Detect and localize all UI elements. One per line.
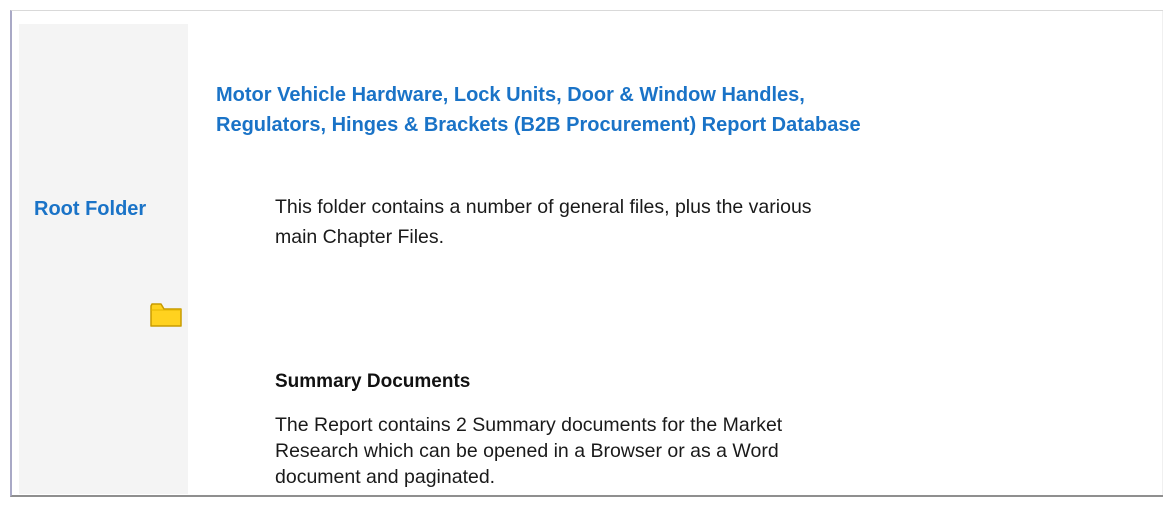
report-title: Motor Vehicle Hardware, Lock Units, Door… xyxy=(216,80,1116,140)
intro-line-2: main Chapter Files. xyxy=(275,226,445,248)
summary-line-1: The Report contains 2 Summary documents … xyxy=(275,414,783,436)
intro-text: This folder contains a number of general… xyxy=(275,192,835,252)
title-line-2: Regulators, Hinges & Brackets (B2B Procu… xyxy=(216,114,861,136)
title-line-1: Motor Vehicle Hardware, Lock Units, Door… xyxy=(216,84,805,106)
intro-line-1: This folder contains a number of general… xyxy=(275,196,812,218)
left-panel: Root Folder xyxy=(19,24,188,494)
summary-line-3: document and paginated. xyxy=(275,466,496,488)
frame-edge xyxy=(1162,11,1163,495)
summary-heading: Summary Documents xyxy=(275,371,471,392)
root-folder-label[interactable]: Root Folder xyxy=(34,198,146,221)
summary-line-2: Research which can be opened in a Browse… xyxy=(275,440,779,462)
folder-icon[interactable] xyxy=(149,300,183,328)
summary-body: The Report contains 2 Summary documents … xyxy=(275,412,835,490)
